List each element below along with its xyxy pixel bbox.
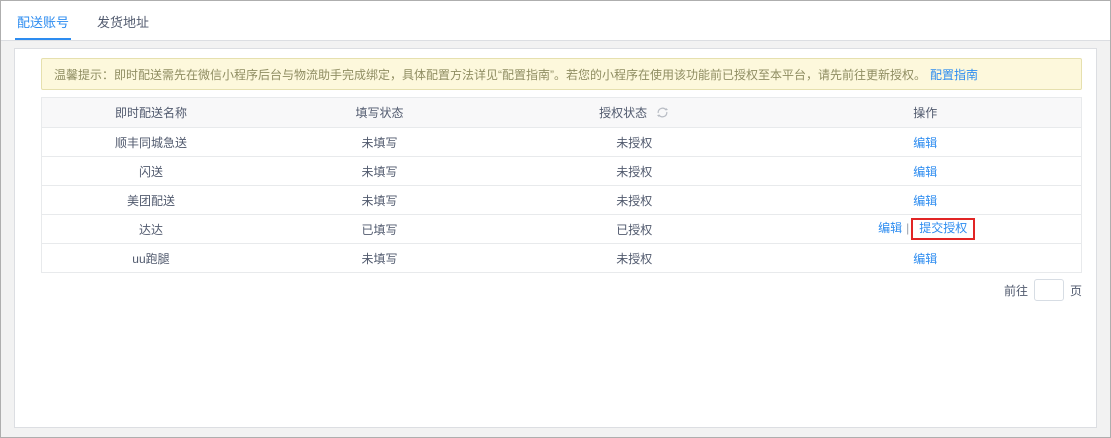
col-fill-status-header: 填写状态 bbox=[260, 98, 499, 128]
actions-cell: 编辑 bbox=[769, 128, 1081, 157]
actions-cell: 编辑 | 提交授权 bbox=[769, 215, 1081, 244]
refresh-icon[interactable] bbox=[656, 106, 669, 119]
fill-status-cell: 未填写 bbox=[260, 244, 499, 273]
edit-link[interactable]: 编辑 bbox=[913, 252, 937, 266]
config-guide-link[interactable]: 配置指南 bbox=[930, 66, 978, 83]
notice-text: 温馨提示：即时配送需先在微信小程序后台与物流助手完成绑定，具体配置方法详见“配置… bbox=[54, 66, 926, 83]
auth-status-cell: 未授权 bbox=[499, 186, 769, 215]
col-delivery-name-header: 即时配送名称 bbox=[42, 98, 260, 128]
table-header-row: 即时配送名称 填写状态 授权状态 bbox=[42, 98, 1082, 128]
auth-status-cell: 未授权 bbox=[499, 244, 769, 273]
tab-shipping-address[interactable]: 发货地址 bbox=[95, 12, 151, 40]
annotation-highlight-box: 提交授权 bbox=[911, 218, 975, 240]
actions-cell: 编辑 bbox=[769, 244, 1081, 273]
pagination: 前往 页 bbox=[41, 279, 1082, 301]
col-fill-status-label: 填写状态 bbox=[355, 106, 403, 120]
content-area: 温馨提示：即时配送需先在微信小程序后台与物流助手完成绑定，具体配置方法详见“配置… bbox=[1, 41, 1110, 437]
delivery-table: 即时配送名称 填写状态 授权状态 bbox=[41, 97, 1082, 273]
table-row: 顺丰同城急送 未填写 未授权 编辑 bbox=[42, 128, 1082, 157]
panel: 温馨提示：即时配送需先在微信小程序后台与物流助手完成绑定，具体配置方法详见“配置… bbox=[14, 48, 1097, 428]
fill-status-cell: 未填写 bbox=[260, 128, 499, 157]
tab-bar: 配送账号 发货地址 bbox=[1, 1, 1110, 41]
table-body: 顺丰同城急送 未填写 未授权 编辑 闪送 未填写 未授权 编辑 美团配送 未填写… bbox=[42, 128, 1082, 273]
goto-label: 前往 bbox=[1004, 282, 1028, 299]
delivery-name-cell: 闪送 bbox=[42, 157, 260, 186]
table-row: 美团配送 未填写 未授权 编辑 bbox=[42, 186, 1082, 215]
delivery-name-cell: 美团配送 bbox=[42, 186, 260, 215]
fill-status-cell: 未填写 bbox=[260, 186, 499, 215]
table-row: 闪送 未填写 未授权 编辑 bbox=[42, 157, 1082, 186]
fill-status-cell: 未填写 bbox=[260, 157, 499, 186]
table-row: uu跑腿 未填写 未授权 编辑 bbox=[42, 244, 1082, 273]
actions-cell: 编辑 bbox=[769, 186, 1081, 215]
submit-auth-link[interactable]: 提交授权 bbox=[919, 221, 967, 235]
col-auth-status-header: 授权状态 bbox=[499, 98, 769, 128]
tab-delivery-account[interactable]: 配送账号 bbox=[15, 12, 71, 40]
delivery-name-cell: uu跑腿 bbox=[42, 244, 260, 273]
col-operation-label: 操作 bbox=[913, 106, 937, 120]
delivery-name-cell: 达达 bbox=[42, 215, 260, 244]
action-separator: | bbox=[906, 221, 909, 235]
notice-bar: 温馨提示：即时配送需先在微信小程序后台与物流助手完成绑定，具体配置方法详见“配置… bbox=[41, 58, 1082, 90]
edit-link[interactable]: 编辑 bbox=[913, 165, 937, 179]
edit-link[interactable]: 编辑 bbox=[913, 194, 937, 208]
page-jump-input[interactable] bbox=[1034, 279, 1064, 301]
delivery-name-cell: 顺丰同城急送 bbox=[42, 128, 260, 157]
col-auth-status-label: 授权状态 bbox=[599, 106, 647, 120]
edit-link[interactable]: 编辑 bbox=[878, 221, 902, 235]
page: 配送账号 发货地址 温馨提示：即时配送需先在微信小程序后台与物流助手完成绑定，具… bbox=[0, 0, 1111, 438]
fill-status-cell: 已填写 bbox=[260, 215, 499, 244]
col-operation-header: 操作 bbox=[769, 98, 1081, 128]
page-unit-label: 页 bbox=[1070, 282, 1082, 299]
auth-status-cell: 未授权 bbox=[499, 128, 769, 157]
auth-status-cell: 未授权 bbox=[499, 157, 769, 186]
edit-link[interactable]: 编辑 bbox=[913, 136, 937, 150]
table-row: 达达 已填写 已授权 编辑 | 提交授权 bbox=[42, 215, 1082, 244]
actions-cell: 编辑 bbox=[769, 157, 1081, 186]
auth-status-cell: 已授权 bbox=[499, 215, 769, 244]
col-delivery-name-label: 即时配送名称 bbox=[115, 106, 187, 120]
